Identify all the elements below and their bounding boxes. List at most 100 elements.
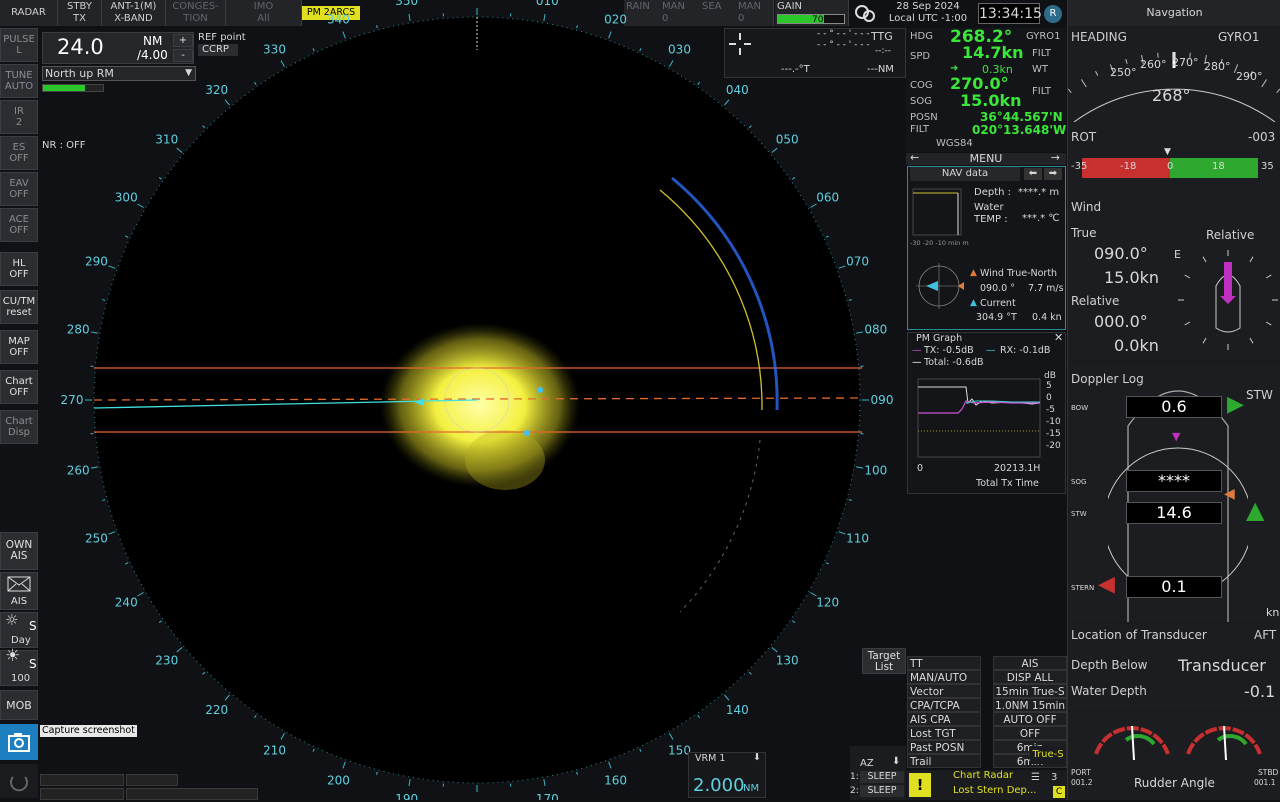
right-panel: Navgation HEADING GYRO1 250° 260° 270° 2… — [1067, 0, 1280, 800]
bearing-label: 070 — [846, 254, 869, 268]
day-night-button[interactable]: ☼ S Day — [0, 612, 38, 648]
radar-display[interactable]: 0000100200300400500600700800901001101201… — [40, 0, 908, 800]
brightness-button[interactable]: ☀ S 100 — [0, 650, 38, 686]
target-menu-value[interactable]: 15min True-S — [993, 684, 1067, 698]
left-button-ir[interactable]: IR2 — [0, 100, 38, 134]
arrow-left-red-icon: ◀ — [1098, 572, 1115, 597]
vrm-value: 2.000 — [693, 775, 745, 796]
left-button-map[interactable]: MAPOFF — [0, 330, 38, 364]
bearing-label: 230 — [155, 653, 178, 667]
target-menu-label[interactable]: Vector — [907, 684, 981, 698]
ais-message-button[interactable]: AIS — [0, 572, 38, 610]
arrow-left-icon[interactable]: ⬅ — [1024, 168, 1042, 180]
r-badge[interactable]: R — [1044, 5, 1062, 23]
bow-speed: 0.6 — [1126, 396, 1222, 418]
list-icon[interactable]: ☰ — [1031, 772, 1040, 783]
pm-tick-label: -10 — [1046, 417, 1061, 427]
left-button-es[interactable]: ESOFF — [0, 136, 38, 170]
power-icon[interactable] — [0, 764, 38, 798]
pm-graph-panel: PM Graph ✕ — TX: -0.5dB — RX: -0.1dB — T… — [907, 332, 1066, 494]
wind-ray — [1203, 338, 1206, 343]
own-ais-button[interactable]: OWNAIS — [0, 532, 38, 570]
left-button-ace[interactable]: ACEOFF — [0, 208, 38, 242]
bearing-tick — [377, 25, 378, 28]
left-button-hl[interactable]: HLOFF — [0, 252, 38, 286]
bearing-label: 140 — [726, 703, 749, 717]
bearing-tick — [826, 563, 829, 564]
menu-bar[interactable]: ← MENU → — [906, 153, 1066, 165]
left-button-chart[interactable]: ChartOFF — [0, 370, 38, 404]
bearing-tick — [856, 467, 863, 468]
empty-slot-4[interactable] — [126, 788, 258, 800]
target-list-button[interactable]: TargetList — [862, 648, 906, 674]
target-menu-value[interactable]: AIS — [993, 656, 1067, 670]
bearing-tick — [203, 126, 205, 128]
close-icon[interactable]: ✕ — [1054, 331, 1063, 344]
target-menu-value[interactable]: 1.0NM 15min — [993, 698, 1067, 712]
target-menu-value[interactable]: DISP ALL — [993, 670, 1067, 684]
bearing-label: 310 — [155, 133, 178, 147]
bearing-tick — [772, 647, 777, 651]
target-menu-label[interactable]: MAN/AUTO — [907, 670, 981, 684]
cursor-panel[interactable]: - - ° - - ' - - - - - ° - - ' - - - TTG … — [724, 28, 906, 78]
panel-title: Navgation — [1068, 0, 1280, 26]
arrow-left-icon[interactable]: ← — [910, 152, 919, 164]
heading-big: 268° — [1152, 86, 1191, 105]
bearing-tick — [826, 236, 829, 237]
arrow-right-icon[interactable]: ➡ — [1044, 168, 1062, 180]
target-menu-label[interactable]: TT — [907, 656, 981, 670]
bearing-tick — [203, 672, 205, 674]
bearing-tick — [577, 772, 578, 775]
empty-slot-3[interactable] — [40, 788, 124, 800]
pm-tick-label: -5 — [1046, 405, 1055, 415]
left-button-chart[interactable]: ChartDisp — [0, 410, 38, 444]
alert-panel[interactable]: ! Chart Radar Lost Stern Dep... ☰ 3 C — [907, 770, 1067, 800]
vrm-panel[interactable]: VRM 1 ⬇ 2.000 NM — [688, 752, 766, 798]
bearing-tick — [698, 82, 700, 84]
true-s-mode[interactable]: True-S — [1030, 746, 1066, 764]
bearing-tick — [749, 672, 751, 674]
bearing-label: 100 — [864, 463, 887, 477]
camera-icon — [0, 724, 38, 760]
target-menu-label[interactable]: Lost TGT — [907, 726, 981, 740]
mob-button[interactable]: MOB — [0, 690, 38, 720]
capture-screenshot-button[interactable] — [0, 724, 38, 760]
empty-slot-2[interactable] — [126, 774, 178, 786]
target-menu-label[interactable]: AIS CPA — [907, 712, 981, 726]
target-menu-label[interactable]: Trail — [907, 754, 981, 768]
bearing-tick — [138, 593, 144, 597]
bearing-tick — [343, 32, 345, 39]
bearing-label: 030 — [668, 42, 691, 56]
bearing-label: 240 — [115, 596, 138, 610]
bearing-tick — [177, 647, 182, 651]
empty-slot-1[interactable] — [40, 774, 124, 786]
target-menu-value[interactable]: AUTO OFF — [993, 712, 1067, 726]
left-button-pulse[interactable]: PULSEL — [0, 28, 38, 62]
compass-rose-icon — [912, 259, 966, 313]
depth-graph — [910, 185, 968, 243]
target-menu-label[interactable]: Past POSN — [907, 740, 981, 754]
left-button-eav[interactable]: EAVOFF — [0, 172, 38, 206]
bearing-tick — [281, 61, 285, 67]
wind-widget: Wind True 090.0° E 15.0kn Relative 000.0… — [1068, 196, 1280, 360]
target-menu-value[interactable]: OFF — [993, 726, 1067, 740]
bearing-tick — [724, 100, 728, 105]
rudder-gauges — [1088, 716, 1268, 776]
left-button-tune[interactable]: TUNEAUTO — [0, 64, 38, 98]
bearing-tick — [159, 621, 161, 623]
wind-ray — [1185, 275, 1190, 278]
wind-rose-icon — [1176, 244, 1280, 354]
az2-sleep[interactable]: SLEEP — [860, 785, 904, 797]
bearing-label: 010 — [536, 0, 559, 8]
bearing-tick — [91, 332, 98, 333]
bearing-tick — [609, 32, 611, 39]
bearing-label: 220 — [205, 703, 228, 717]
warning-icon: ! — [909, 773, 931, 797]
longitude: 020°13.648'W — [972, 123, 1066, 137]
arrow-right-icon[interactable]: → — [1051, 152, 1060, 164]
target-menu-label[interactable]: CPA/TCPA — [907, 698, 981, 712]
left-button-cutm[interactable]: CU/TMreset — [0, 290, 38, 324]
az1-sleep[interactable]: SLEEP — [860, 771, 904, 783]
arrow-right-icon: ➜ — [950, 63, 958, 74]
wind-ray — [1266, 275, 1271, 278]
